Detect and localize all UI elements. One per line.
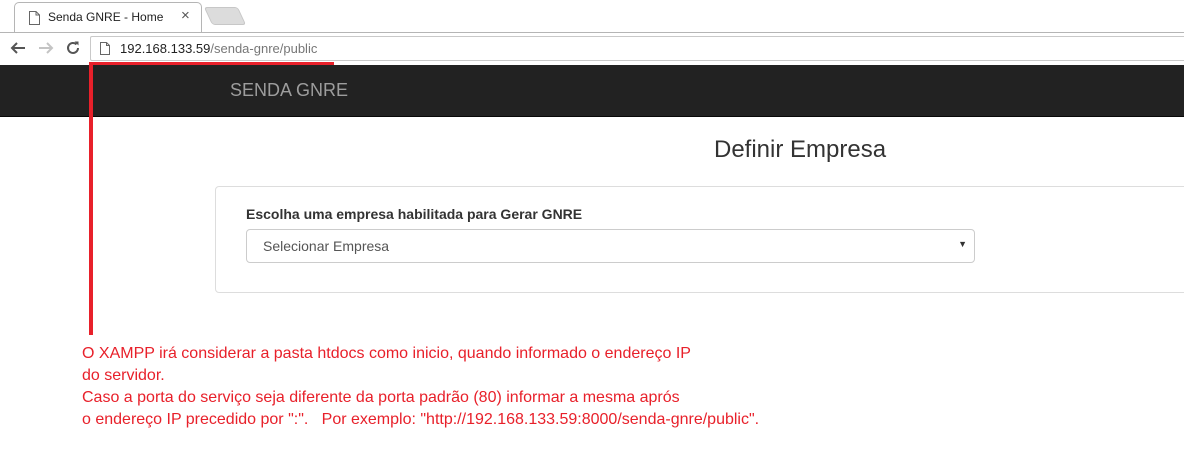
page-icon [29, 11, 40, 25]
annotation-line: Caso a porta do serviço seja diferente d… [82, 389, 680, 406]
company-select[interactable]: Selecionar Empresa ▼ [246, 229, 975, 263]
arrow-right-icon [39, 42, 54, 54]
annotation-line: do servidor. [82, 367, 165, 384]
browser-tab[interactable]: Senda GNRE - Home × [14, 2, 202, 32]
page-info-icon[interactable] [100, 42, 110, 55]
annotation-line: O XAMPP irá considerar a pasta htdocs co… [82, 345, 691, 362]
annotation-note: O XAMPP irá considerar a pasta htdocs co… [82, 343, 1082, 431]
company-form-panel: Escolha uma empresa habilitada para Gera… [215, 186, 1184, 293]
url-host: 192.168.133.59 [120, 41, 211, 56]
reload-icon [67, 41, 79, 54]
caret-down-icon: ▼ [958, 239, 967, 249]
forward-button[interactable] [35, 37, 57, 59]
company-select-value: Selecionar Empresa [263, 238, 390, 254]
url-path: /senda-gnre/public [210, 41, 318, 56]
annotation-underline [90, 62, 334, 65]
tab-title: Senda GNRE - Home [48, 10, 164, 24]
back-button[interactable] [7, 37, 29, 59]
annotation-line: o endereço IP precedido por ":". Por exe… [82, 411, 760, 428]
annotation-pointer-line [89, 62, 93, 335]
app-navbar: SENDA GNRE [0, 65, 1184, 117]
browser-toolbar: 192.168.133.59/senda-gnre/public [0, 32, 1184, 65]
url-text: 192.168.133.59/senda-gnre/public [120, 41, 317, 56]
screenshot-root: Senda GNRE - Home × 192.168.133.59/senda… [0, 0, 1184, 460]
close-tab-icon[interactable]: × [181, 7, 190, 25]
company-select-label: Escolha uma empresa habilitada para Gera… [246, 206, 583, 222]
page-title: Definir Empresa [714, 136, 887, 163]
new-tab-button[interactable] [203, 7, 247, 25]
browser-tab-strip: Senda GNRE - Home × [0, 0, 1184, 32]
reload-button[interactable] [62, 37, 84, 59]
navbar-brand[interactable]: SENDA GNRE [230, 80, 348, 101]
arrow-left-icon [10, 42, 25, 54]
address-bar[interactable]: 192.168.133.59/senda-gnre/public [90, 36, 1184, 61]
